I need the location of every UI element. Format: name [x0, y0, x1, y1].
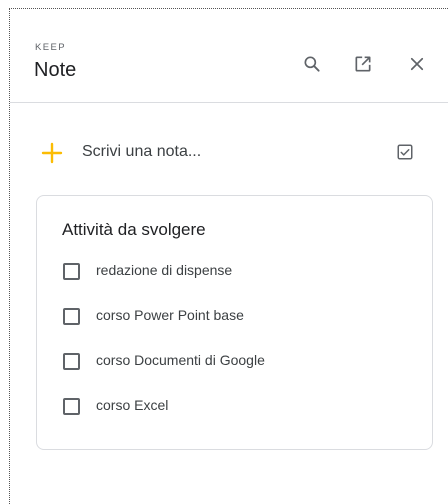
app-label: KEEP [35, 42, 66, 53]
list-item: corso Power Point base [63, 307, 403, 327]
search-button[interactable] [300, 52, 324, 76]
checkbox[interactable] [63, 353, 80, 370]
search-icon [304, 56, 320, 72]
list-item: redazione di dispense [63, 262, 403, 282]
new-list-checkbox-icon[interactable] [396, 143, 414, 161]
open-in-new-tab-button[interactable] [351, 52, 375, 76]
checkbox[interactable] [63, 398, 80, 415]
checkbox[interactable] [63, 308, 80, 325]
close-icon [410, 57, 424, 71]
list-item: corso Documenti di Google [63, 352, 403, 372]
open-in-new-icon [355, 56, 371, 72]
note-card[interactable]: Attività da svolgere redazione di dispen… [36, 195, 433, 450]
take-a-note-placeholder: Scrivi una nota... [82, 143, 202, 160]
list-item-label: redazione di dispense [96, 262, 233, 278]
list-item-label: corso Power Point base [96, 307, 244, 323]
checkbox[interactable] [63, 263, 80, 280]
plus-icon [41, 142, 63, 164]
take-a-note-input[interactable]: Scrivi una nota... [36, 138, 436, 168]
list-item: corso Excel [63, 397, 403, 417]
panel-title: Note [34, 59, 77, 81]
close-button[interactable] [405, 52, 429, 76]
note-title: Attività da svolgere [62, 220, 206, 239]
header-divider [10, 102, 448, 103]
list-item-label: corso Excel [96, 397, 169, 413]
list-item-label: corso Documenti di Google [96, 352, 265, 368]
